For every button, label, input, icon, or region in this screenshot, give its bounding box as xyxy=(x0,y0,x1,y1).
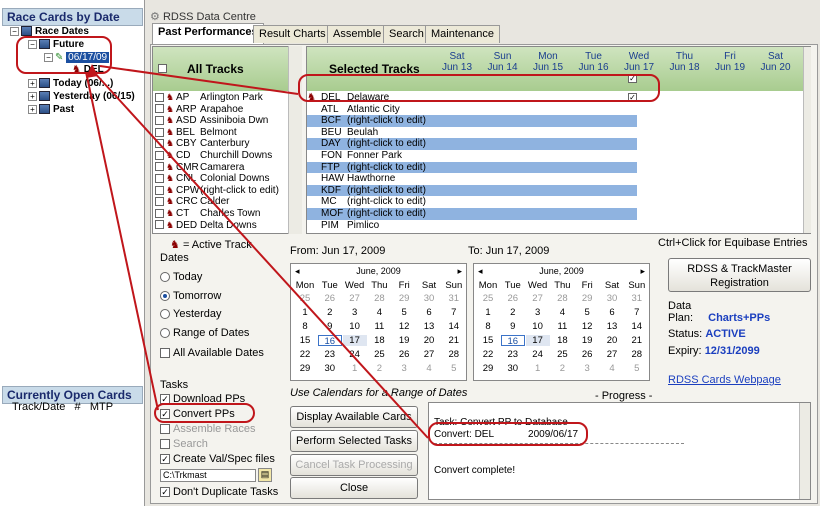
annotation-arrows xyxy=(85,64,429,439)
